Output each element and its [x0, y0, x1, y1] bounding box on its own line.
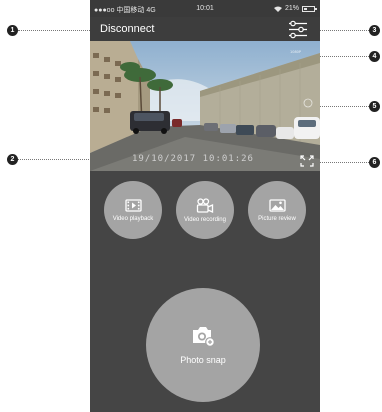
video-playback-button[interactable]: Video playback — [104, 181, 162, 239]
video-camera-icon — [196, 197, 214, 213]
callout-marker-6: 6 — [369, 157, 380, 168]
disconnect-button[interactable]: Disconnect — [100, 23, 154, 35]
control-panel: Video playback Video recording Picture r… — [90, 171, 320, 412]
callout-marker-2: 2 — [7, 154, 18, 165]
video-recording-label: Video recording — [184, 216, 226, 223]
picture-review-label: Picture review — [258, 215, 296, 222]
callout-line-1 — [18, 30, 98, 31]
camera-feed-image: 1080P — [90, 41, 320, 171]
callout-marker-1: 1 — [7, 25, 18, 36]
sliders-icon[interactable] — [288, 20, 308, 39]
callout-marker-5: 5 — [369, 101, 380, 112]
camera-icon — [193, 327, 215, 347]
phone-screen: ●●●oo 中国移动 4G 10:01 21% Disconnect 1080P… — [90, 0, 320, 412]
callout-line-6 — [318, 162, 369, 163]
picture-icon — [268, 198, 286, 212]
battery-percent: 21% — [284, 5, 299, 12]
wifi-icon — [273, 6, 282, 12]
battery-icon — [302, 5, 317, 12]
photo-snap-button[interactable]: Photo snap — [146, 288, 260, 402]
film-icon — [124, 198, 142, 212]
video-timestamp: 19/10/2017 10:01:26 — [132, 154, 254, 164]
live-preview[interactable]: 1080P 19/10/2017 10:01:26 — [90, 41, 320, 171]
picture-review-button[interactable]: Picture review — [248, 181, 306, 239]
status-bar: ●●●oo 中国移动 4G 10:01 21% — [90, 0, 320, 17]
photo-snap-label: Photo snap — [180, 355, 226, 365]
svg-text:1080P: 1080P — [290, 50, 301, 54]
status-right: 21% — [273, 5, 317, 12]
video-playback-label: Video playback — [112, 215, 154, 222]
callout-marker-3: 3 — [369, 25, 380, 36]
callout-marker-4: 4 — [369, 51, 380, 62]
expand-icon[interactable] — [300, 155, 314, 167]
nav-bar: Disconnect — [90, 17, 320, 41]
video-recording-button[interactable]: Video recording — [176, 181, 234, 239]
